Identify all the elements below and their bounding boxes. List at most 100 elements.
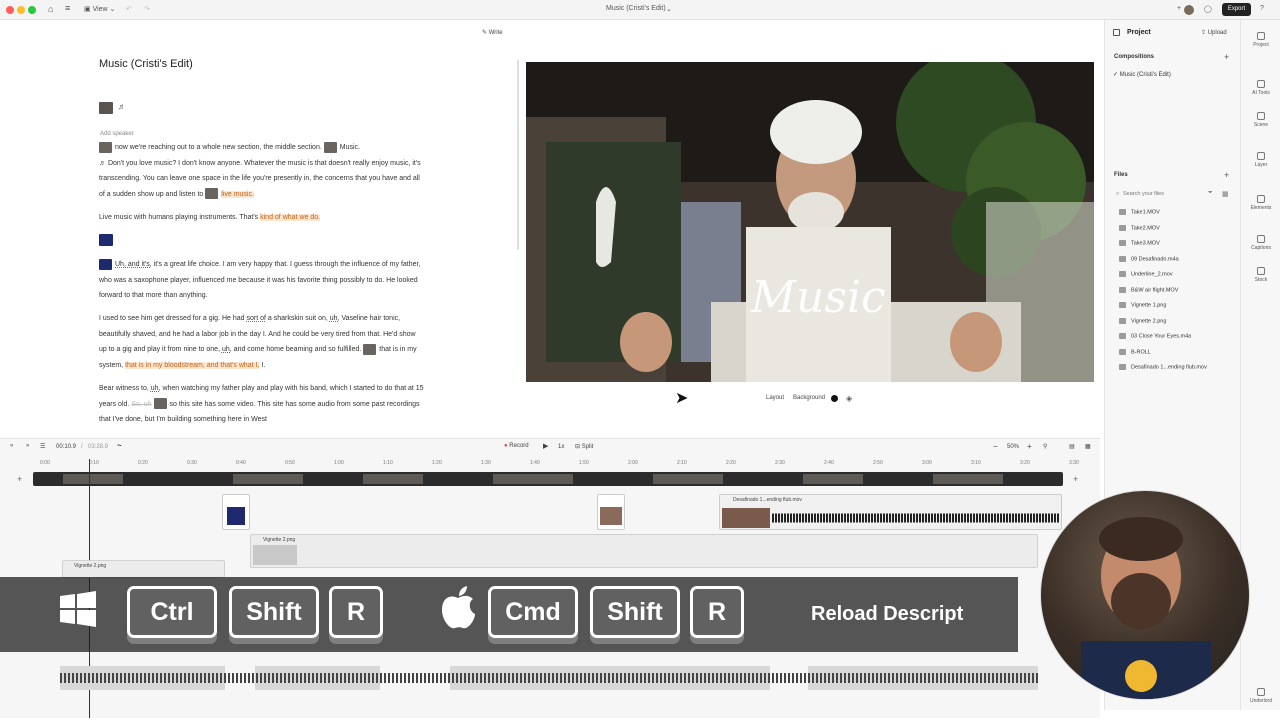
close-window-button[interactable] — [6, 6, 14, 14]
add-speaker-label[interactable]: Add speaker — [100, 131, 134, 137]
script-editor[interactable]: ✎ Write Music (Cristi's Edit) ♬ Add spea… — [0, 20, 520, 430]
zoom-out-icon[interactable]: − — [993, 442, 998, 451]
paragraph-5[interactable]: Bear witness to, uh, when watching my fa… — [99, 381, 424, 428]
shortcut-caption: Reload Descript — [811, 603, 964, 625]
playback-speed[interactable]: 1x — [558, 444, 564, 450]
track-height-icon[interactable]: ▤ — [1069, 443, 1075, 450]
filter-icon[interactable]: ⏷ — [1208, 190, 1213, 197]
file-item[interactable]: Vignette 2.png — [1113, 317, 1166, 324]
user-avatar[interactable] — [1184, 5, 1194, 15]
rail-stock[interactable]: Stock — [1241, 267, 1280, 283]
clip-thumbnail[interactable] — [153, 398, 167, 410]
split-button[interactable]: ⊟ Split — [575, 443, 593, 450]
title-bar: ⌂ ≡ ▣ View ⌄ ↶ ↷ Music (Cristi's Edit) ⌄… — [0, 0, 1280, 20]
layers-icon[interactable]: ◈ — [846, 394, 852, 403]
zoom-window-button[interactable] — [28, 6, 36, 14]
rail-captions[interactable]: Captions — [1241, 235, 1280, 251]
page-title[interactable]: Music (Cristi's Edit) — [99, 58, 193, 70]
file-item[interactable]: Desafinado 1...ending flub.mov — [1113, 364, 1207, 370]
project-icon — [1257, 32, 1265, 40]
file-item[interactable]: B-ROLL — [1113, 348, 1151, 355]
editor-scrollbar[interactable] — [517, 60, 519, 250]
clip-thumbnail[interactable] — [323, 141, 337, 153]
background-button[interactable]: Background — [793, 395, 825, 401]
home-icon[interactable]: ⌂ — [48, 4, 53, 14]
skip-forward-icon[interactable]: » — [26, 443, 29, 449]
key-shift: Shift — [229, 586, 319, 638]
paragraph-4[interactable]: I used to see him get dressed for a gig.… — [99, 311, 424, 373]
elements-icon — [1257, 195, 1265, 203]
file-item[interactable]: Take2.MOV — [1113, 224, 1160, 231]
vignette-small-clip[interactable]: Vignette 2.png — [62, 560, 225, 578]
write-button[interactable]: ✎ Write — [482, 29, 503, 36]
view-menu[interactable]: ▣ View ⌄ — [84, 5, 115, 13]
paragraph-3[interactable]: Uh, and it's, it's a great life choice. … — [99, 257, 424, 304]
vignette-clip[interactable]: Vignette 2.png — [250, 534, 1038, 568]
presenter-figure — [1081, 517, 1211, 699]
clip-thumbnail[interactable] — [363, 343, 377, 355]
redo-icon[interactable]: ↷ — [144, 5, 150, 13]
script-view-icon[interactable]: ☰ — [40, 443, 45, 450]
rail-layer[interactable]: Layer — [1241, 152, 1280, 168]
files-header: Files — [1114, 172, 1128, 178]
blue-scene-clip[interactable] — [222, 494, 250, 530]
file-item[interactable]: B&W air flight.MOV — [1113, 286, 1178, 293]
file-item[interactable]: 09 Desafinado.m4a — [1113, 255, 1179, 262]
rail-underlord[interactable]: Underlord — [1241, 688, 1280, 704]
ruler-tick: 1:50 — [579, 460, 589, 466]
chevron-down-icon[interactable]: ⌄ — [666, 5, 672, 13]
add-file-icon[interactable]: + — [1224, 170, 1229, 180]
comment-icon[interactable]: ◯ — [1204, 5, 1212, 13]
zoom-level[interactable]: 50% — [1007, 444, 1019, 450]
rail-elements[interactable]: Elements — [1241, 195, 1280, 211]
file-item[interactable]: Vignette 1.png — [1113, 302, 1166, 308]
grid-view-icon[interactable]: ▦ — [1222, 190, 1229, 198]
file-icon — [1119, 209, 1126, 215]
export-button[interactable]: Export — [1222, 3, 1251, 16]
minimize-window-button[interactable] — [17, 6, 25, 14]
file-search-input[interactable] — [1123, 188, 1205, 200]
paragraph-1[interactable]: now we're reaching out to a whole new se… — [99, 140, 424, 202]
clip-thumbnail — [722, 508, 770, 528]
add-track-end-icon[interactable]: + — [1073, 474, 1078, 484]
background-color-swatch[interactable] — [831, 395, 838, 402]
grid-icon[interactable]: ▦ — [1085, 443, 1091, 450]
clip-thumbnail[interactable] — [205, 188, 219, 200]
skip-back-icon[interactable]: « — [10, 443, 13, 449]
ruler-tick: 0:00 — [40, 460, 50, 466]
clip-thumbnail[interactable] — [99, 141, 112, 153]
video-preview[interactable]: Music — [526, 62, 1094, 382]
composition-item[interactable]: ✓ Music (Cristi's Edit) — [1113, 71, 1171, 78]
zoom-in-icon[interactable]: + — [1027, 442, 1032, 451]
rail-ai-tools[interactable]: AI Tools — [1241, 80, 1280, 96]
snap-icon[interactable]: ⚲ — [1043, 443, 1047, 450]
file-item[interactable]: Take1.MOV — [1113, 209, 1160, 215]
layout-button[interactable]: Layout — [766, 395, 784, 401]
document-title[interactable]: Music (Cristi's Edit) — [606, 5, 666, 12]
file-item[interactable]: 03 Close Your Eyes.m4a — [1113, 333, 1191, 339]
upload-button[interactable]: ⇪ Upload — [1201, 29, 1227, 36]
play-button[interactable]: ▶ — [543, 442, 548, 450]
audio-track[interactable] — [60, 666, 1040, 690]
preview-frame — [526, 62, 1094, 382]
waveform-icon[interactable]: ⏦ — [117, 443, 122, 450]
add-track-icon[interactable]: + — [17, 474, 22, 484]
file-item[interactable]: Underline_2.mov — [1113, 271, 1173, 277]
file-item[interactable]: Take3.MOV — [1113, 240, 1160, 246]
paragraph-2[interactable]: Live music with humans playing instrumen… — [99, 210, 424, 226]
video-track[interactable] — [33, 472, 1063, 486]
help-icon[interactable]: ? — [1260, 5, 1264, 12]
record-button[interactable]: ● Record — [504, 443, 529, 449]
add-collaborator-icon[interactable]: + — [1177, 5, 1181, 12]
rail-project[interactable]: Project — [1241, 32, 1280, 48]
add-composition-icon[interactable]: + — [1224, 52, 1229, 62]
photo-clip[interactable] — [597, 494, 625, 530]
undo-icon[interactable]: ↶ — [126, 5, 132, 13]
scene-thumbnail[interactable] — [99, 102, 113, 114]
rail-scene[interactable]: Scene — [1241, 112, 1280, 128]
stock-icon — [1257, 267, 1265, 275]
desafinado-clip[interactable]: Desafinado 1...ending flub.mov — [719, 494, 1062, 530]
scene-thumbnail[interactable] — [99, 234, 113, 246]
menu-icon[interactable]: ≡ — [65, 3, 70, 13]
clip-thumbnail[interactable] — [99, 258, 112, 270]
